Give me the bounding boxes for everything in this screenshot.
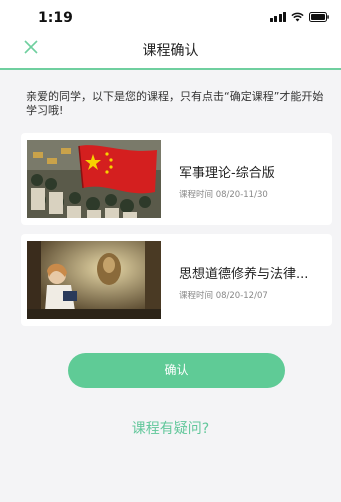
page-title: 课程确认 — [142, 43, 199, 59]
status-icons — [269, 12, 330, 22]
course-question-link[interactable]: 课程有疑问? — [0, 418, 341, 438]
course-time: 课程时间 08/20-11/30 — [179, 190, 268, 200]
status-bar: 1:19 — [0, 0, 341, 36]
course-time: 课程时间 08/20-12/07 — [179, 291, 268, 301]
course-card-military-theory[interactable]: 军事理论-综合版 课程时间 08/20-11/30 — [21, 133, 332, 225]
nav-bar: 课程确认 — [0, 36, 341, 70]
battery-icon — [309, 12, 329, 22]
confirm-button[interactable]: 确认 — [68, 353, 285, 388]
course-thumbnail-military — [27, 140, 161, 218]
status-time: 1:19 — [38, 10, 73, 26]
notice-text: 亲爱的同学，以下是您的课程，只有点击“确定课程”才能开始学习哦! — [26, 90, 324, 117]
signal-icon — [269, 12, 286, 22]
course-card-ideology-law[interactable]: 思想道德修养与法律... 课程时间 08/20-12/07 — [21, 234, 332, 326]
course-thumbnail-ideology — [27, 241, 161, 319]
course-title: 军事理论-综合版 — [179, 166, 275, 181]
course-title: 思想道德修养与法律... — [179, 267, 309, 282]
wifi-icon — [291, 12, 304, 22]
